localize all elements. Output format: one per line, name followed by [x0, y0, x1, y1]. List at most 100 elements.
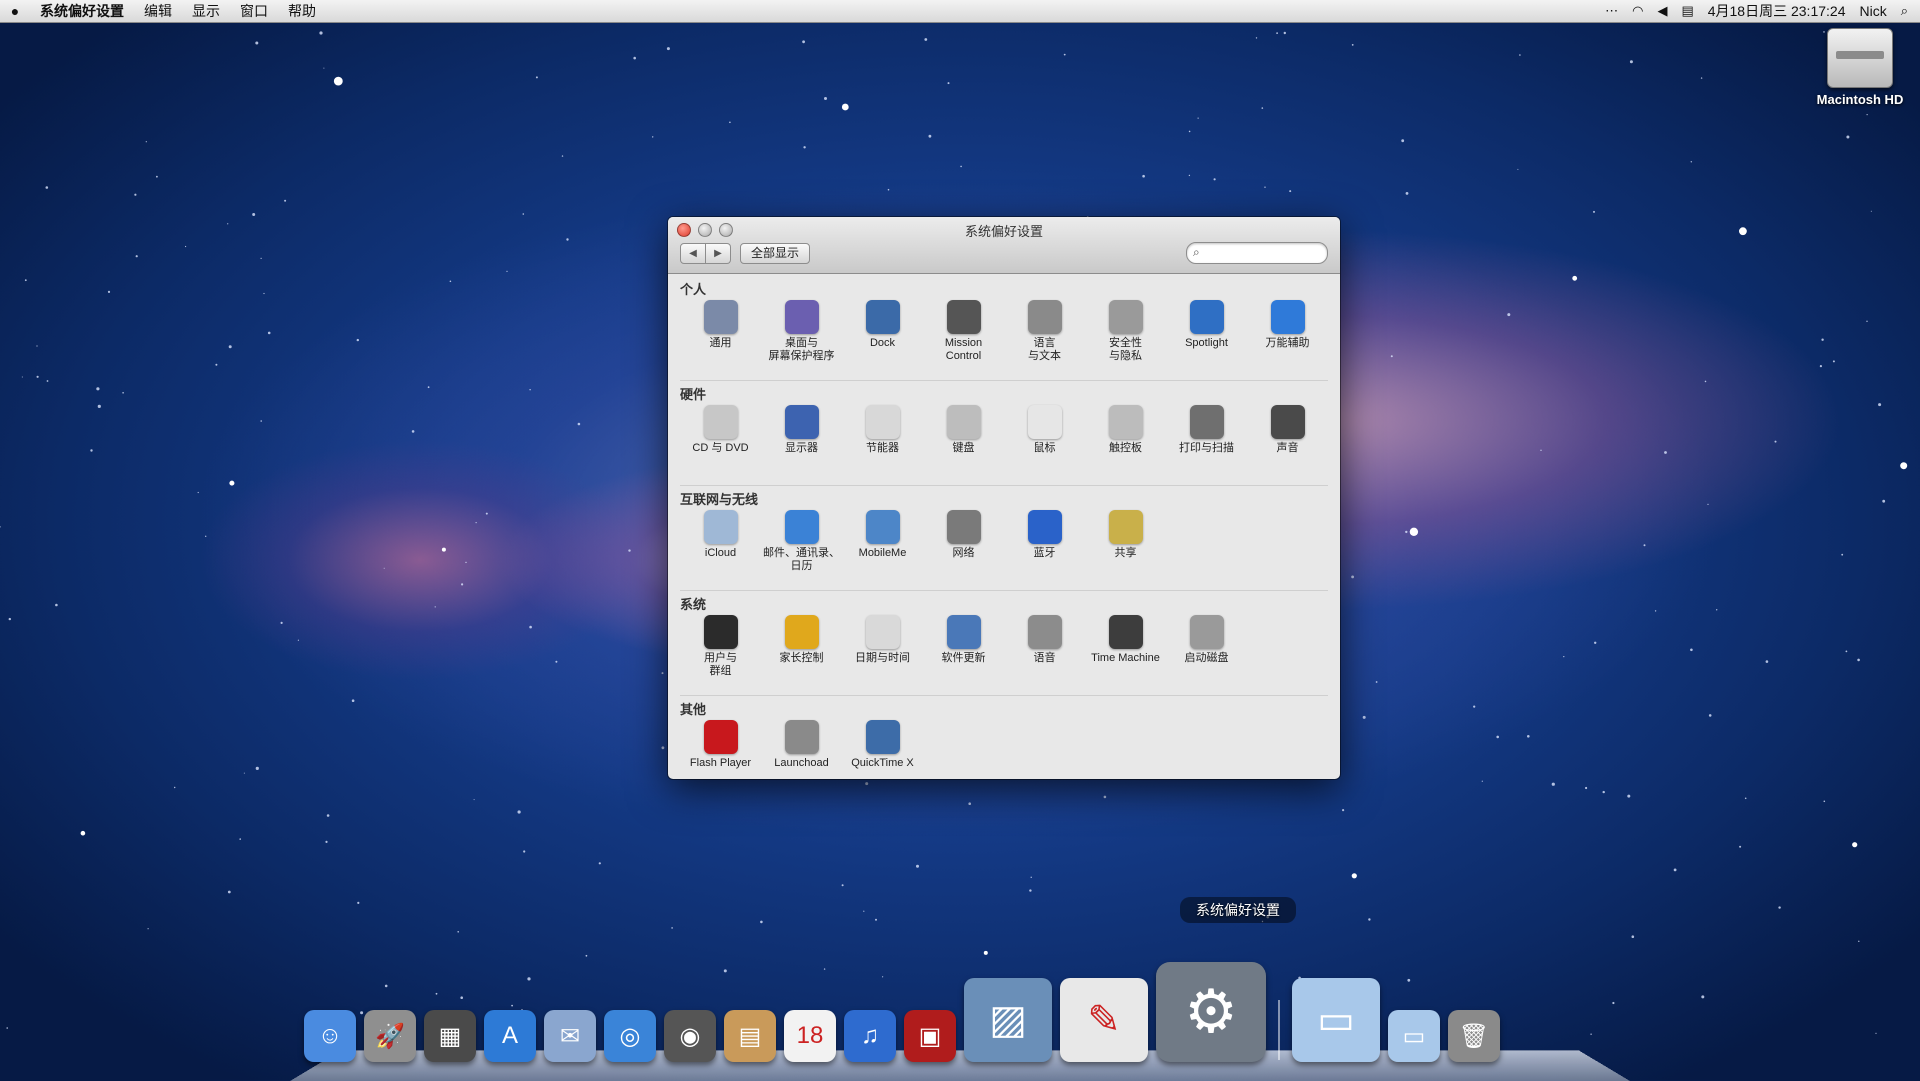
search-field[interactable]: ⌕: [1186, 242, 1328, 264]
mission-control-dock-icon[interactable]: ▦: [424, 1010, 476, 1062]
menu-bar: ● 系统偏好设置 编辑 显示 窗口 帮助 ⋯ ◠ ◀ ▤ 4月18日周三 23:…: [0, 0, 1920, 23]
pref-pane-mouse[interactable]: 鼠标: [1004, 405, 1085, 481]
pref-pane-label: 蓝牙: [1033, 547, 1056, 559]
trash-icon[interactable]: 🗑: [1448, 1010, 1500, 1062]
input-source-icon[interactable]: ▤: [1681, 3, 1693, 19]
pref-pane-security-privacy[interactable]: 安全性 与隐私: [1085, 300, 1166, 376]
itunes-icon[interactable]: ♫: [844, 1010, 896, 1062]
pref-pane-network[interactable]: 网络: [923, 510, 1004, 586]
pref-pane-dock[interactable]: Dock: [842, 300, 923, 376]
pref-pane-users-groups[interactable]: 用户与 群组: [680, 615, 761, 691]
pref-pane-speech[interactable]: 语音: [1004, 615, 1085, 691]
pref-pane-sound[interactable]: 声音: [1247, 405, 1328, 481]
pref-pane-keyboard[interactable]: 键盘: [923, 405, 1004, 481]
pref-pane-startup-disk[interactable]: 启动磁盘: [1166, 615, 1247, 691]
pref-pane-flash-player[interactable]: Flash Player: [680, 720, 761, 779]
spotlight-menu-icon[interactable]: ⌕: [1901, 3, 1908, 19]
pref-pane-spotlight[interactable]: Spotlight: [1166, 300, 1247, 376]
pref-pane-displays[interactable]: 显示器: [761, 405, 842, 481]
finder-icon[interactable]: ☺: [304, 1010, 356, 1062]
iphoto-icon[interactable]: ▨: [964, 978, 1052, 1062]
menu-clock[interactable]: 4月18日周三 23:17:24: [1708, 1, 1846, 21]
facetime-icon[interactable]: ◉: [664, 1010, 716, 1062]
pref-pane-trackpad[interactable]: 触控板: [1085, 405, 1166, 481]
menu-extras-icon[interactable]: ⋯: [1605, 3, 1618, 19]
pref-pane-label: 桌面与 屏幕保护程序: [768, 337, 835, 362]
photo-booth-icon[interactable]: ▣: [904, 1010, 956, 1062]
star: [887, 188, 890, 191]
calendar-icon[interactable]: 18: [784, 1010, 836, 1062]
textedit-icon[interactable]: ✎: [1060, 978, 1148, 1062]
menu-user[interactable]: Nick: [1859, 3, 1886, 19]
back-button[interactable]: ◀: [680, 243, 706, 264]
star: [863, 910, 865, 912]
star: [1585, 786, 1588, 790]
pref-pane-quicktime[interactable]: QuickTime X: [842, 720, 923, 779]
star: [1103, 795, 1107, 799]
star: [473, 799, 475, 801]
star: [227, 223, 229, 225]
system-preferences-window: 系统偏好设置 ◀ ▶ 全部显示 ⌕ 个人 通用 桌面与 屏幕保护程序 Dock Mis…: [668, 217, 1340, 779]
system-preferences-dock-icon[interactable]: ⚙: [1156, 962, 1266, 1062]
window-title: 系统偏好设置: [964, 224, 1043, 239]
pref-pane-label: iCloud: [704, 547, 737, 559]
forward-button[interactable]: ▶: [706, 243, 731, 264]
star: [577, 422, 581, 426]
pref-pane-mission-control[interactable]: Mission Control: [923, 300, 1004, 376]
pref-pane-label: 鼠标: [1033, 442, 1056, 454]
star: [1627, 794, 1631, 798]
apple-menu-icon[interactable]: ●: [0, 3, 30, 19]
documents-folder-icon[interactable]: ▭: [1388, 1010, 1440, 1062]
star: [1507, 313, 1511, 317]
star: [1841, 553, 1844, 556]
star: [1878, 403, 1882, 407]
pref-pane-software-update[interactable]: 软件更新: [923, 615, 1004, 691]
star: [1264, 186, 1266, 188]
star: [434, 606, 436, 608]
contacts-icon[interactable]: ▤: [724, 1010, 776, 1062]
pref-pane-launchoad[interactable]: Launchoad: [761, 720, 842, 779]
pref-pane-mobileme[interactable]: MobileMe: [842, 510, 923, 586]
pref-pane-time-machine[interactable]: Time Machine: [1085, 615, 1166, 691]
pref-pane-general[interactable]: 通用: [680, 300, 761, 376]
mail-dock-icon[interactable]: ✉: [544, 1010, 596, 1062]
star: [323, 67, 325, 69]
star: [960, 165, 962, 168]
pref-pane-print-scan[interactable]: 打印与扫描: [1166, 405, 1247, 481]
pref-pane-cd-dvd[interactable]: CD 与 DVD: [680, 405, 761, 481]
pref-pane-universal-access[interactable]: 万能辅助: [1247, 300, 1328, 376]
star: [633, 56, 636, 60]
pref-pane-energy-saver[interactable]: 节能器: [842, 405, 923, 481]
wifi-icon[interactable]: ◠: [1632, 3, 1643, 19]
pref-pane-parental-controls[interactable]: 家长控制: [761, 615, 842, 691]
volume-icon[interactable]: ◀: [1657, 3, 1667, 19]
desktop-disk[interactable]: Macintosh HD: [1808, 28, 1912, 107]
pref-pane-mail-contacts-calendars[interactable]: 邮件、通讯录、 日历: [761, 510, 842, 586]
star: [1852, 842, 1858, 848]
star: [1142, 174, 1145, 178]
pref-pane-date-time[interactable]: 日期与时间: [842, 615, 923, 691]
menu-app-name[interactable]: 系统偏好设置: [30, 1, 134, 21]
pref-pane-desktop-screensaver[interactable]: 桌面与 屏幕保护程序: [761, 300, 842, 376]
menu-view[interactable]: 显示: [182, 1, 230, 21]
menu-edit[interactable]: 编辑: [134, 1, 182, 21]
star: [968, 802, 971, 805]
app-store-icon[interactable]: A: [484, 1010, 536, 1062]
menu-help[interactable]: 帮助: [278, 1, 326, 21]
star: [1368, 918, 1371, 921]
star: [357, 901, 360, 905]
security-privacy-icon: [1108, 300, 1143, 334]
star: [1255, 37, 1258, 39]
time-machine-icon: [1108, 615, 1143, 649]
pref-pane-icloud[interactable]: iCloud: [680, 510, 761, 586]
menu-window[interactable]: 窗口: [230, 1, 278, 21]
window-titlebar[interactable]: 系统偏好设置 ◀ ▶ 全部显示 ⌕: [668, 217, 1340, 274]
pref-pane-bluetooth[interactable]: 蓝牙: [1004, 510, 1085, 586]
section-title: 互联网与无线: [680, 492, 759, 507]
pref-pane-sharing[interactable]: 共享: [1085, 510, 1166, 586]
safari-icon[interactable]: ◎: [604, 1010, 656, 1062]
pref-pane-language-text[interactable]: 语言 与文本: [1004, 300, 1085, 376]
launchpad-icon[interactable]: 🚀: [364, 1010, 416, 1062]
show-all-button[interactable]: 全部显示: [740, 243, 811, 264]
applications-folder-icon[interactable]: ▭: [1292, 978, 1380, 1062]
